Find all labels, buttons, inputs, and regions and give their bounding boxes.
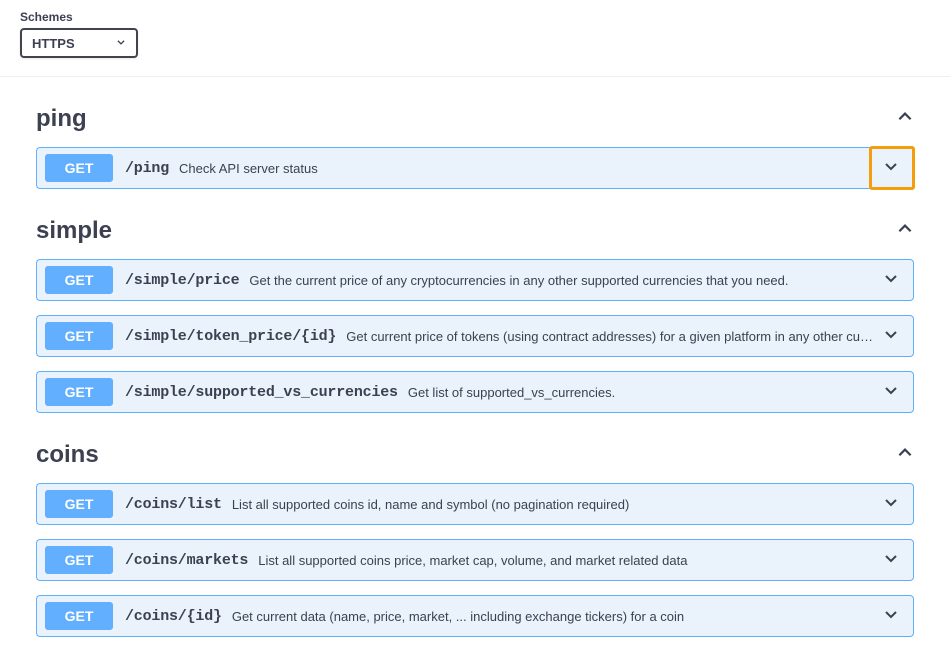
schemes-select[interactable]: HTTPS xyxy=(20,28,138,58)
chevron-down-icon xyxy=(883,158,899,179)
http-method-badge: GET xyxy=(45,154,113,182)
operations-list: ping GET /ping Check API server status xyxy=(0,101,950,671)
operation-row[interactable]: GET /simple/price Get the current price … xyxy=(36,259,914,301)
endpoint-path: /coins/markets xyxy=(125,552,248,569)
tag-title: simple xyxy=(36,217,112,245)
chevron-up-icon xyxy=(896,108,914,131)
chevron-up-icon xyxy=(896,444,914,467)
endpoint-description: Get current data (name, price, market, .… xyxy=(232,609,875,624)
endpoint-description: Get the current price of any cryptocurre… xyxy=(249,273,875,288)
endpoint-description: List all supported coins id, name and sy… xyxy=(232,497,875,512)
tag-header-coins[interactable]: coins xyxy=(36,437,914,475)
chevron-down-icon xyxy=(883,270,899,291)
tag-header-ping[interactable]: ping xyxy=(36,101,914,139)
tag-section-coins: coins GET /coins/list List all supported… xyxy=(36,437,914,637)
endpoint-description: List all supported coins price, market c… xyxy=(258,553,875,568)
tag-section-ping: ping GET /ping Check API server status xyxy=(36,101,914,189)
http-method-badge: GET xyxy=(45,378,113,406)
chevron-down-icon xyxy=(883,326,899,347)
endpoint-path: /simple/token_price/{id} xyxy=(125,328,336,345)
endpoint-description: Get current price of tokens (using contr… xyxy=(346,329,875,344)
chevron-up-icon xyxy=(896,220,914,243)
operation-row[interactable]: GET /ping Check API server status xyxy=(36,147,914,189)
endpoint-path: /simple/price xyxy=(125,272,239,289)
tag-title: ping xyxy=(36,105,87,133)
operation-row[interactable]: GET /coins/{id} Get current data (name, … xyxy=(36,595,914,637)
schemes-selected-value: HTTPS xyxy=(32,36,75,51)
chevron-down-icon xyxy=(116,34,126,52)
endpoint-path: /coins/list xyxy=(125,496,222,513)
http-method-badge: GET xyxy=(45,546,113,574)
operation-row[interactable]: GET /coins/list List all supported coins… xyxy=(36,483,914,525)
schemes-panel: Schemes HTTPS xyxy=(0,0,950,77)
endpoint-path: /coins/{id} xyxy=(125,608,222,625)
operation-row[interactable]: GET /simple/supported_vs_currencies Get … xyxy=(36,371,914,413)
chevron-down-icon xyxy=(883,494,899,515)
chevron-down-icon xyxy=(883,382,899,403)
http-method-badge: GET xyxy=(45,266,113,294)
endpoint-description: Get list of supported_vs_currencies. xyxy=(408,385,875,400)
tag-title: coins xyxy=(36,441,99,469)
http-method-badge: GET xyxy=(45,602,113,630)
endpoint-description: Check API server status xyxy=(179,161,875,176)
endpoint-path: /simple/supported_vs_currencies xyxy=(125,384,398,401)
operation-row[interactable]: GET /coins/markets List all supported co… xyxy=(36,539,914,581)
tag-header-simple[interactable]: simple xyxy=(36,213,914,251)
operation-row[interactable]: GET /simple/token_price/{id} Get current… xyxy=(36,315,914,357)
tag-section-simple: simple GET /simple/price Get the current… xyxy=(36,213,914,413)
chevron-down-icon xyxy=(883,550,899,571)
schemes-label: Schemes xyxy=(20,10,930,24)
http-method-badge: GET xyxy=(45,490,113,518)
http-method-badge: GET xyxy=(45,322,113,350)
endpoint-path: /ping xyxy=(125,160,169,177)
